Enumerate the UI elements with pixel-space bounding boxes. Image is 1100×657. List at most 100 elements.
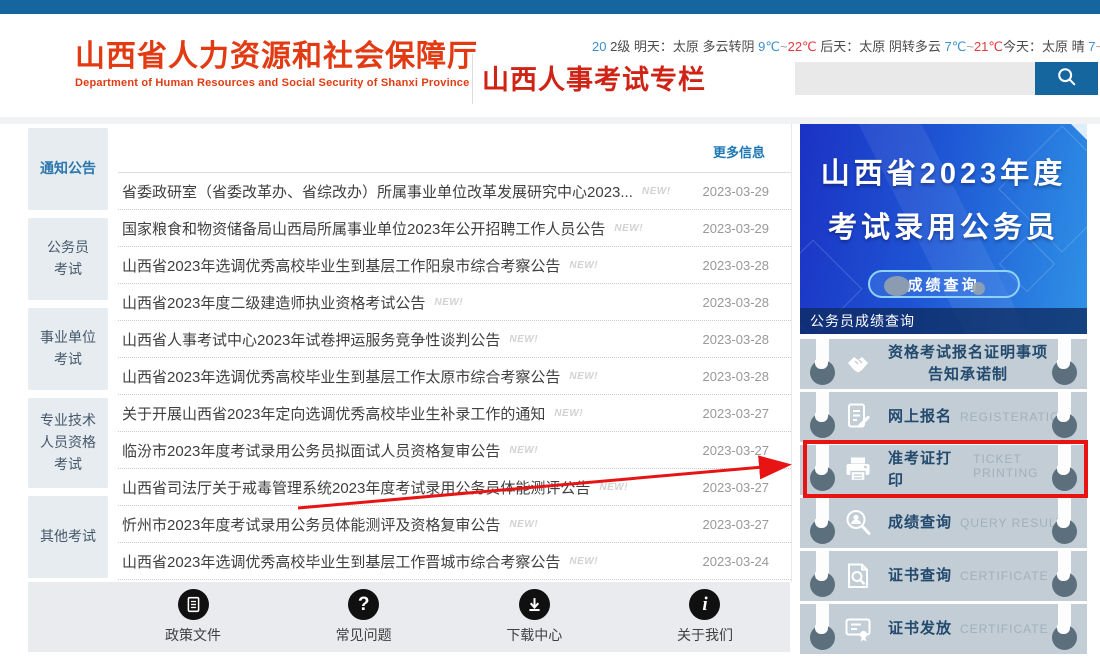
news-title-link[interactable]: 关于开展山西省2023年定向选调优秀高校毕业生补录工作的通知 — [122, 403, 545, 424]
quick-link-label-zh: 证书查询 — [888, 565, 952, 587]
info-icon: i — [689, 589, 720, 620]
knob-decoration — [1052, 413, 1077, 438]
news-date: 2023-03-27 — [703, 480, 788, 495]
sidebar-nav-item[interactable]: 事业单位 考试 — [28, 308, 108, 390]
quick-link-label-zh-line2: 告知承诺制 — [888, 364, 1048, 386]
banner-corner-mark — [1071, 124, 1087, 140]
site-logo[interactable]: 山西省人力资源和社会保障厅 Department of Human Resour… — [75, 40, 478, 89]
footer-label: 政策文件 — [148, 625, 238, 645]
news-title-link[interactable]: 山西省人事考试中心2023年试卷押运服务竞争性谈判公告 — [122, 329, 500, 350]
weather-segment: 22℃ — [788, 39, 817, 54]
footer-item[interactable]: i 关于我们 — [660, 589, 750, 652]
news-list: 省委政研室（省委改革办、省综改办）所属事业单位改革发展研究中心2023... N… — [118, 173, 791, 580]
knob-decoration — [810, 413, 835, 438]
top-bar — [0, 0, 1100, 14]
form-icon — [842, 401, 874, 433]
footer-item[interactable]: ? 常见问题 — [319, 589, 409, 652]
weather-segment: 后天：太原 阴转多云 — [817, 39, 945, 54]
quick-link-row[interactable]: 证书查询 CERTIFICATE — [800, 551, 1087, 601]
quick-link-row[interactable]: 资格考试报名证明事项 告知承诺制 — [800, 339, 1087, 389]
news-date: 2023-03-27 — [703, 517, 788, 532]
news-date: 2023-03-28 — [703, 332, 788, 347]
handshake-icon — [842, 348, 874, 380]
news-date: 2023-03-24 — [703, 554, 788, 569]
quick-link-row[interactable]: 准考证打印 TICKET PRINTING — [800, 445, 1087, 495]
certificate-icon — [842, 613, 874, 645]
news-date: 2023-03-27 — [703, 406, 788, 421]
footer-label: 常见问题 — [319, 625, 409, 645]
news-title-link[interactable]: 山西省2023年度二级建造师执业资格考试公告 — [122, 292, 425, 313]
knob-decoration — [1052, 625, 1077, 650]
list-item[interactable]: 山西省2023年选调优秀高校毕业生到基层工作阳泉市综合考察公告 NEW! 202… — [118, 247, 791, 284]
download-icon — [519, 589, 550, 620]
news-title-link[interactable]: 山西省2023年选调优秀高校毕业生到基层工作太原市综合考察公告 — [122, 366, 560, 387]
more-info-link[interactable]: 更多信息 — [713, 142, 765, 161]
printer-icon — [842, 454, 874, 486]
search-icon — [1056, 66, 1078, 91]
quick-link-row[interactable]: 证书发放 CERTIFICATE — [800, 604, 1087, 654]
sidebar-nav-label: 公务员 考试 — [47, 237, 89, 280]
quick-link-label-en: CERTIFICATE — [960, 622, 1049, 636]
search-input[interactable] — [795, 62, 1035, 95]
policy-doc-icon — [178, 589, 209, 620]
footer-item[interactable]: 下载中心 — [489, 589, 579, 652]
new-badge: NEW! — [569, 556, 598, 567]
new-badge: NEW! — [642, 186, 671, 197]
news-date: 2023-03-28 — [703, 258, 788, 273]
news-list-header: 更多信息 — [118, 124, 791, 173]
sidebar-nav-item[interactable]: 公务员 考试 — [28, 218, 108, 300]
news-title-link[interactable]: 山西省2023年选调优秀高校毕业生到基层工作阳泉市综合考察公告 — [122, 255, 560, 276]
news-date: 2023-03-29 — [703, 184, 788, 199]
news-date: 2023-03-28 — [703, 369, 788, 384]
news-title-link[interactable]: 国家粮食和物资储备局山西局所属事业单位2023年公开招聘工作人员公告 — [122, 218, 605, 239]
weather-segment: ~ — [1095, 39, 1100, 54]
news-title-link[interactable]: 山西省司法厅关于戒毒管理系统2023年度考试录用公务员体能测评公告 — [122, 477, 590, 498]
footer-item[interactable]: 政策文件 — [148, 589, 238, 652]
sidebar-nav-item[interactable]: 通知公告 — [28, 128, 108, 210]
news-title-link[interactable]: 临汾市2023年度考试录用公务员拟面试人员资格复审公告 — [122, 440, 500, 461]
list-item[interactable]: 山西省2023年选调优秀高校毕业生到基层工作晋城市综合考察公告 NEW! 202… — [118, 543, 791, 580]
list-item[interactable]: 省委政研室（省委改革办、省综改办）所属事业单位改革发展研究中心2023... N… — [118, 173, 791, 210]
logo-divider — [472, 54, 473, 104]
list-item[interactable]: 国家粮食和物资储备局山西局所属事业单位2023年公开招聘工作人员公告 NEW! … — [118, 210, 791, 247]
quick-link-label-en: CERTIFICATE — [960, 569, 1049, 583]
news-date: 2023-03-27 — [703, 443, 788, 458]
quick-link-row[interactable]: 网上报名 REGISTERATION — [800, 392, 1087, 442]
left-nav: 通知公告 公务员 考试 事业单位 考试 专业技术 人员资格 考试 其他考试 — [28, 128, 108, 586]
list-item[interactable]: 山西省2023年选调优秀高校毕业生到基层工作太原市综合考察公告 NEW! 202… — [118, 358, 791, 395]
knob-decoration — [1052, 519, 1077, 544]
knob-decoration — [810, 466, 835, 491]
news-title-link[interactable]: 忻州市2023年度考试录用公务员体能测评及资格复审公告 — [122, 514, 500, 535]
weather-segment: 今天：太原 晴 — [1003, 39, 1088, 54]
new-badge: NEW! — [509, 445, 538, 456]
list-item[interactable]: 忻州市2023年度考试录用公务员体能测评及资格复审公告 NEW! 2023-03… — [118, 506, 791, 543]
new-badge: NEW! — [599, 482, 628, 493]
smudge-mark — [972, 282, 985, 295]
sidebar-nav-item[interactable]: 其他考试 — [28, 496, 108, 578]
news-title-link[interactable]: 省委政研室（省委改革办、省综改办）所属事业单位改革发展研究中心2023... — [122, 181, 633, 202]
sidebar-nav-label: 事业单位 考试 — [40, 327, 96, 370]
knob-decoration — [810, 360, 835, 385]
list-item[interactable]: 山西省司法厅关于戒毒管理系统2023年度考试录用公务员体能测评公告 NEW! 2… — [118, 469, 791, 506]
footer-label: 关于我们 — [660, 625, 750, 645]
quick-link-label-zh: 证书发放 — [888, 618, 952, 640]
list-item[interactable]: 关于开展山西省2023年定向选调优秀高校毕业生补录工作的通知 NEW! 2023… — [118, 395, 791, 432]
list-item[interactable]: 山西省2023年度二级建造师执业资格考试公告 NEW! 2023-03-28 — [118, 284, 791, 321]
quick-link-label-zh: 成绩查询 — [888, 512, 952, 534]
list-item[interactable]: 临汾市2023年度考试录用公务员拟面试人员资格复审公告 NEW! 2023-03… — [118, 432, 791, 469]
section-title: 山西人事考试专栏 — [482, 58, 706, 97]
knob-decoration — [1052, 360, 1077, 385]
weather-segment: 9℃ — [758, 39, 780, 54]
promo-banner[interactable]: 山西省2023年度 考试录用公务员 成绩查询 公务员成绩查询 — [800, 124, 1087, 334]
quick-link-row[interactable]: 成绩查询 QUERY RESULTS — [800, 498, 1087, 548]
sidebar-nav-item[interactable]: 专业技术 人员资格 考试 — [28, 398, 108, 488]
new-badge: NEW! — [554, 408, 583, 419]
search-button[interactable] — [1035, 62, 1098, 95]
new-badge: NEW! — [434, 297, 463, 308]
knob-decoration — [810, 625, 835, 650]
news-title-link[interactable]: 山西省2023年选调优秀高校毕业生到基层工作晋城市综合考察公告 — [122, 551, 560, 572]
header-divider-band — [0, 117, 1100, 124]
footer-bar: 政策文件 ? 常见问题 下载中心 i 关于我们 — [28, 582, 790, 652]
news-date: 2023-03-28 — [703, 295, 788, 310]
list-item[interactable]: 山西省人事考试中心2023年试卷押运服务竞争性谈判公告 NEW! 2023-03… — [118, 321, 791, 358]
